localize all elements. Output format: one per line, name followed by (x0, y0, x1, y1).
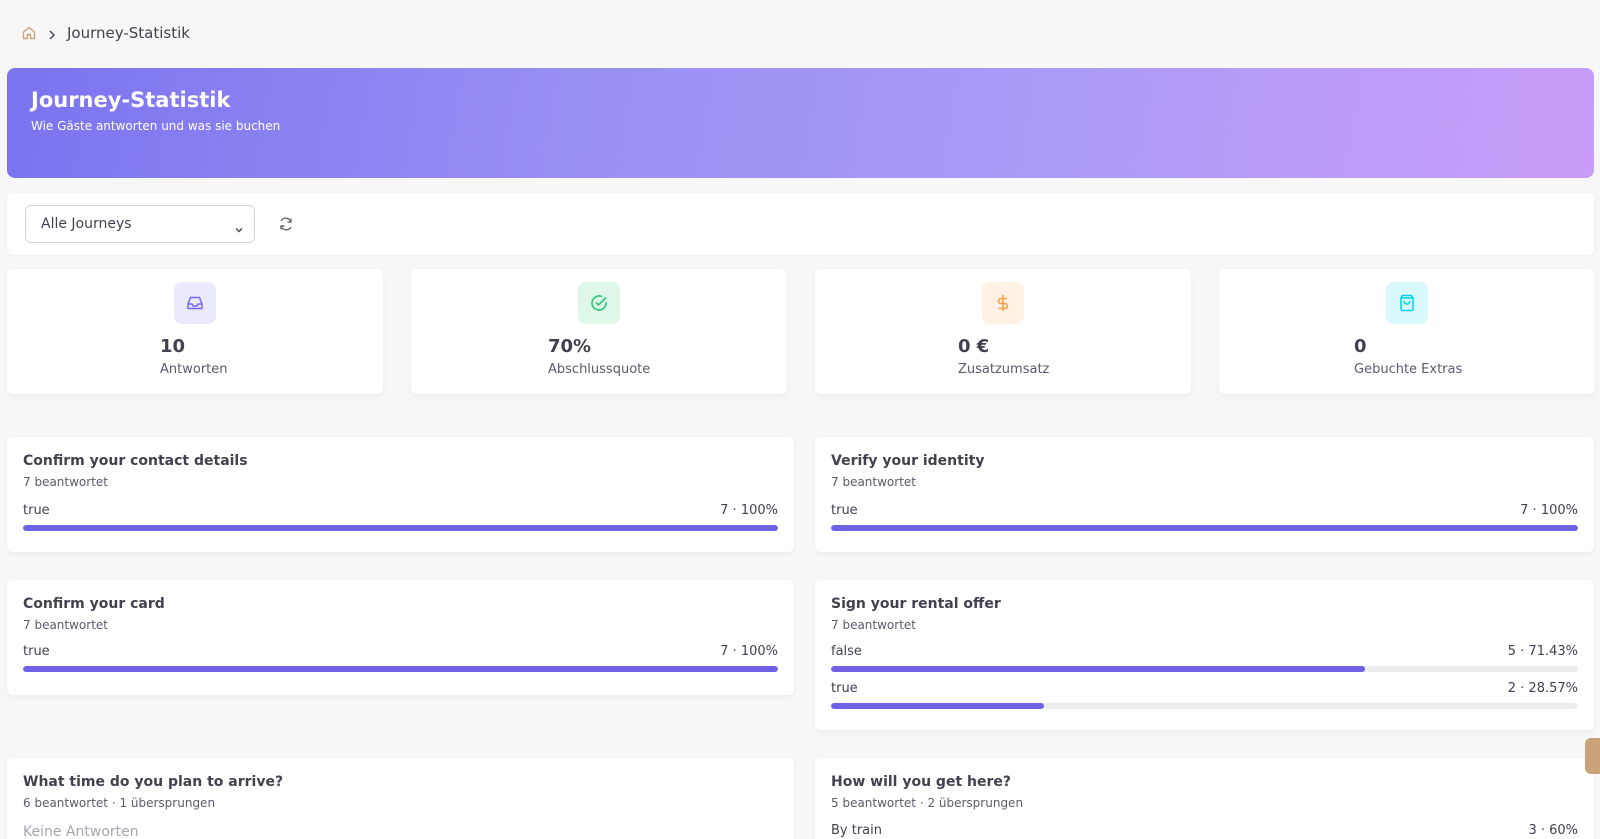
stat-card-booked-extras: 0 Gebuchte Extras (1219, 269, 1595, 394)
answer-progress-track (23, 666, 778, 672)
page-header-banner: Journey-Statistik Wie Gäste antworten un… (7, 68, 1594, 178)
stat-card-answers: 10 Antworten (7, 269, 383, 394)
stat-value: 70% (548, 336, 592, 357)
answer-option-label: true (831, 681, 858, 696)
question-title: Confirm your contact details (23, 453, 248, 469)
customizer-toggle-tab[interactable] (1585, 738, 1600, 774)
answer-progress-fill (831, 703, 1045, 709)
question-card-travel-mode: How will you get here? 5 beantwortet · 2… (815, 758, 1594, 839)
question-title: What time do you plan to arrive? (23, 774, 284, 790)
inbox-icon (174, 282, 216, 324)
journey-select-value: Alle Journeys (41, 216, 132, 232)
answer-progress-fill (831, 525, 1578, 531)
question-answer-count: 7 beantwortet (23, 618, 108, 632)
answer-progress-track (831, 703, 1578, 709)
page-subtitle: Wie Gäste antworten und was sie buchen (31, 119, 281, 133)
question-card-verify-identity: Verify your identity 7 beantwortet true … (815, 437, 1594, 552)
stat-card-completion-rate: 70% Abschlussquote (411, 269, 787, 394)
empty-state-text: Keine Antworten (23, 824, 139, 839)
answer-progress-fill (23, 525, 778, 531)
stat-card-extra-revenue: 0 € Zusatzumsatz (815, 269, 1191, 394)
question-title: Confirm your card (23, 596, 165, 612)
stat-label: Antworten (160, 362, 228, 377)
question-answer-count: 7 beantwortet (831, 618, 916, 632)
answer-option-label: true (831, 503, 858, 518)
answer-option-label: true (23, 644, 50, 659)
stat-value: 0 € (958, 336, 990, 357)
check-circle-icon (578, 282, 620, 324)
question-title: How will you get here? (831, 774, 1011, 790)
answer-option: false 5 · 71.43% (831, 644, 1578, 674)
home-icon[interactable] (21, 25, 37, 41)
answer-option-value: 7 · 100% (720, 503, 778, 518)
answer-progress-fill (831, 666, 1365, 672)
chevron-right-icon (47, 27, 57, 40)
answer-progress-track (831, 525, 1578, 531)
stat-label: Abschlussquote (548, 362, 651, 377)
answer-option: true 7 · 100% (831, 503, 1578, 533)
filter-bar: Alle Journeys (7, 193, 1594, 255)
answer-progress-track (831, 666, 1578, 672)
question-title: Sign your rental offer (831, 596, 1001, 612)
answer-option-value: 2 · 28.57% (1507, 681, 1578, 696)
shopping-bag-icon (1386, 282, 1428, 324)
answer-progress-track (23, 525, 778, 531)
journey-select[interactable]: Alle Journeys (25, 205, 255, 243)
question-answer-count: 7 beantwortet (23, 475, 108, 489)
question-answer-count: 6 beantwortet · 1 übersprungen (23, 796, 216, 810)
answer-progress-fill (23, 666, 778, 672)
question-answer-count: 5 beantwortet · 2 übersprungen (831, 796, 1024, 810)
question-card-confirm-card: Confirm your card 7 beantwortet true 7 ·… (7, 580, 794, 695)
answer-option-value: 7 · 100% (720, 644, 778, 659)
stat-label: Gebuchte Extras (1354, 362, 1463, 377)
answer-option-value: 7 · 100% (1520, 503, 1578, 518)
answer-option: By train 3 · 60% (831, 823, 1578, 839)
answer-option: true 2 · 28.57% (831, 681, 1578, 711)
answer-option-label: false (831, 644, 862, 659)
answer-option-label: By train (831, 823, 883, 838)
answer-option: true 7 · 100% (23, 644, 778, 674)
question-card-contact-details: Confirm your contact details 7 beantwort… (7, 437, 794, 552)
answer-option-label: true (23, 503, 50, 518)
answer-option: true 7 · 100% (23, 503, 778, 533)
breadcrumb-current: Journey-Statistik (67, 24, 190, 42)
stat-label: Zusatzumsatz (958, 362, 1050, 377)
question-title: Verify your identity (831, 453, 985, 469)
refresh-icon[interactable] (277, 215, 295, 233)
dollar-icon (982, 282, 1024, 324)
answer-option-value: 3 · 60% (1528, 823, 1578, 838)
question-card-rental-offer: Sign your rental offer 7 beantwortet fal… (815, 580, 1594, 730)
question-card-arrival-time: What time do you plan to arrive? 6 beant… (7, 758, 794, 839)
question-answer-count: 7 beantwortet (831, 475, 916, 489)
chevron-down-icon (234, 220, 244, 233)
stat-value: 10 (160, 336, 186, 357)
stat-value: 0 (1354, 336, 1367, 357)
breadcrumb: Journey-Statistik (21, 24, 190, 42)
page-title: Journey-Statistik (31, 88, 231, 112)
answer-option-value: 5 · 71.43% (1507, 644, 1578, 659)
